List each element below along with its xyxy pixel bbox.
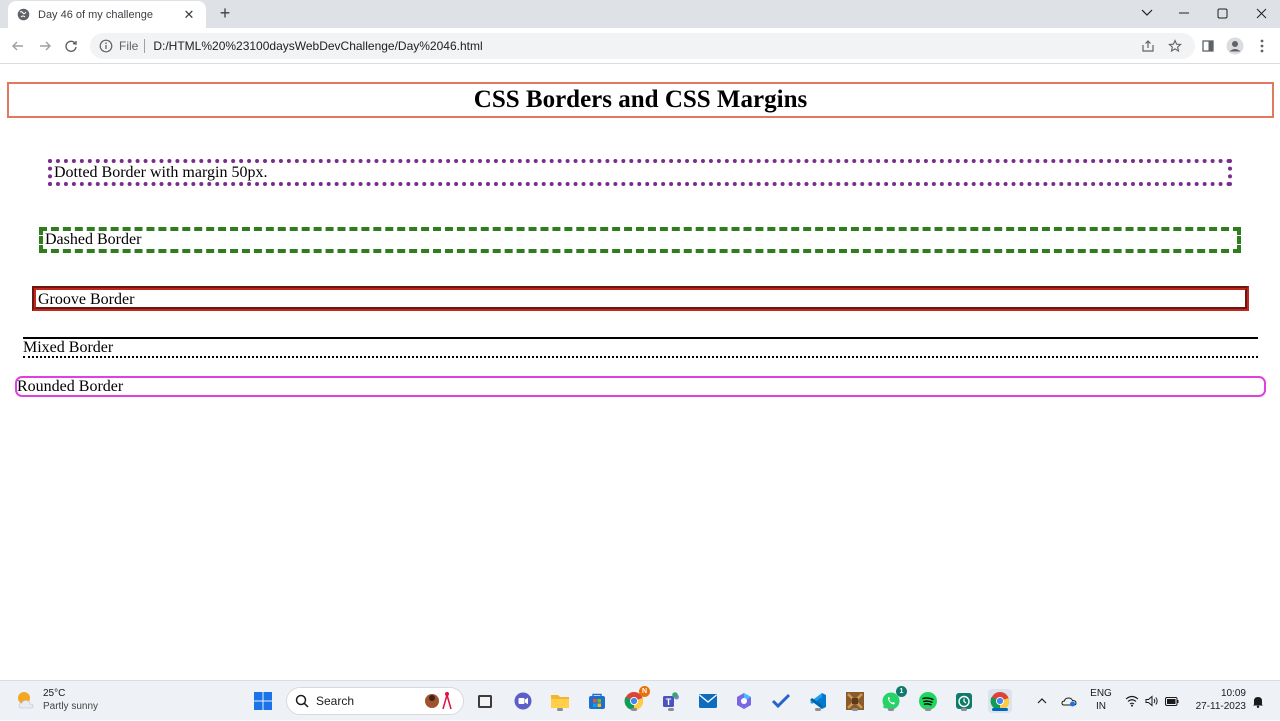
- file-manager-icon[interactable]: [473, 689, 497, 713]
- chrome-badge: N: [639, 686, 650, 697]
- windows-start-icon[interactable]: [251, 689, 275, 713]
- onedrive-icon[interactable]: [1060, 681, 1078, 721]
- running-indicator: [852, 708, 858, 711]
- active-indicator: [992, 708, 1008, 711]
- copilot-icon[interactable]: [732, 689, 756, 713]
- menu-icon[interactable]: [1253, 37, 1271, 55]
- clock-date: 27-11-2023: [1195, 701, 1246, 712]
- clock-time: 10:09: [1220, 688, 1246, 699]
- mail-icon[interactable]: [696, 689, 720, 713]
- whatsapp-icon[interactable]: 1: [879, 686, 907, 713]
- taskbar-search[interactable]: Search: [286, 687, 464, 715]
- whatsapp-badge: 1: [896, 686, 907, 697]
- page-title: CSS Borders and CSS Margins: [7, 82, 1274, 118]
- battery-icon[interactable]: [1164, 681, 1180, 721]
- language-code: ENG: [1090, 688, 1112, 699]
- url-text[interactable]: D:/HTML%20%23100daysWebDevChallenge/Day%…: [153, 39, 482, 53]
- page-content: CSS Borders and CSS Margins Dotted Borde…: [0, 65, 1280, 680]
- star-icon[interactable]: [1166, 37, 1184, 55]
- groove-border-box: Groove Border: [32, 286, 1249, 311]
- globe-icon: [17, 8, 30, 21]
- dashed-border-box: Dashed Border: [39, 227, 1241, 253]
- info-icon[interactable]: [99, 39, 113, 53]
- close-icon[interactable]: [1251, 4, 1271, 22]
- new-tab-button[interactable]: +: [216, 4, 234, 23]
- wifi-icon[interactable]: [1124, 681, 1140, 721]
- url-separator: [144, 39, 146, 53]
- maximize-icon[interactable]: [1212, 4, 1232, 22]
- minecraft-icon[interactable]: [843, 689, 867, 713]
- side-panel-icon[interactable]: [1199, 37, 1217, 55]
- weather-condition: Partly sunny: [43, 701, 99, 712]
- running-indicator: [888, 708, 894, 711]
- partly-sunny-icon: [18, 692, 34, 709]
- search-icon: [295, 694, 309, 708]
- minimize-icon[interactable]: [1174, 4, 1194, 22]
- vscode-icon[interactable]: [806, 689, 830, 713]
- chrome-icon[interactable]: N: [622, 686, 650, 713]
- weather-temp: 25°C: [43, 688, 66, 699]
- clock-app-icon[interactable]: [952, 689, 976, 713]
- chrome-active-icon[interactable]: [988, 689, 1012, 713]
- running-indicator: [961, 708, 967, 711]
- forward-icon[interactable]: [36, 37, 54, 55]
- share-icon[interactable]: [1139, 37, 1157, 55]
- file-explorer-icon[interactable]: [548, 689, 572, 713]
- url-scheme: File: [119, 39, 139, 53]
- running-indicator: [815, 708, 821, 711]
- search-label: Search: [316, 694, 355, 708]
- volume-icon[interactable]: [1144, 681, 1160, 721]
- language-indicator[interactable]: ENG IN: [1086, 687, 1116, 713]
- reload-icon[interactable]: [62, 37, 80, 55]
- dotted-border-box: Dotted Border with margin 50px.: [48, 159, 1232, 186]
- spotify-icon[interactable]: [916, 689, 940, 713]
- profile-icon[interactable]: [1226, 37, 1244, 55]
- running-indicator: [925, 708, 931, 711]
- search-highlight-icon: [425, 692, 452, 710]
- teams-icon[interactable]: T: [659, 689, 683, 713]
- taskbar: 25°C Partly sunny Search N T 1 ENG IN 10…: [0, 680, 1280, 720]
- system-clock[interactable]: 10:09 27-11-2023: [1188, 687, 1246, 713]
- rounded-border-box: Rounded Border: [15, 376, 1266, 397]
- chevron-down-icon[interactable]: [1137, 4, 1157, 22]
- language-region: IN: [1096, 701, 1106, 712]
- running-indicator: [631, 708, 637, 711]
- back-icon[interactable]: [9, 37, 27, 55]
- store-icon[interactable]: [585, 689, 609, 713]
- mixed-border-box: Mixed Border: [23, 337, 1258, 358]
- todo-icon[interactable]: [769, 689, 793, 713]
- tab-close-icon[interactable]: ✕: [182, 7, 196, 22]
- tab-strip: Day 46 of my challenge ✕ +: [0, 0, 1280, 28]
- address-bar[interactable]: File D:/HTML%20%23100daysWebDevChallenge…: [90, 33, 1195, 59]
- svg-text:T: T: [666, 697, 672, 707]
- running-indicator: [557, 708, 563, 711]
- notification-bell-icon[interactable]: [1250, 681, 1266, 721]
- weather-widget[interactable]: 25°C Partly sunny: [14, 687, 98, 713]
- running-indicator: [668, 708, 674, 711]
- tab-title: Day 46 of my challenge: [38, 8, 153, 21]
- browser-toolbar: File D:/HTML%20%23100daysWebDevChallenge…: [0, 28, 1280, 64]
- tray-overflow-chevron-icon[interactable]: [1034, 681, 1050, 721]
- teams-chat-icon[interactable]: [511, 689, 535, 713]
- browser-tab[interactable]: Day 46 of my challenge ✕: [8, 1, 206, 28]
